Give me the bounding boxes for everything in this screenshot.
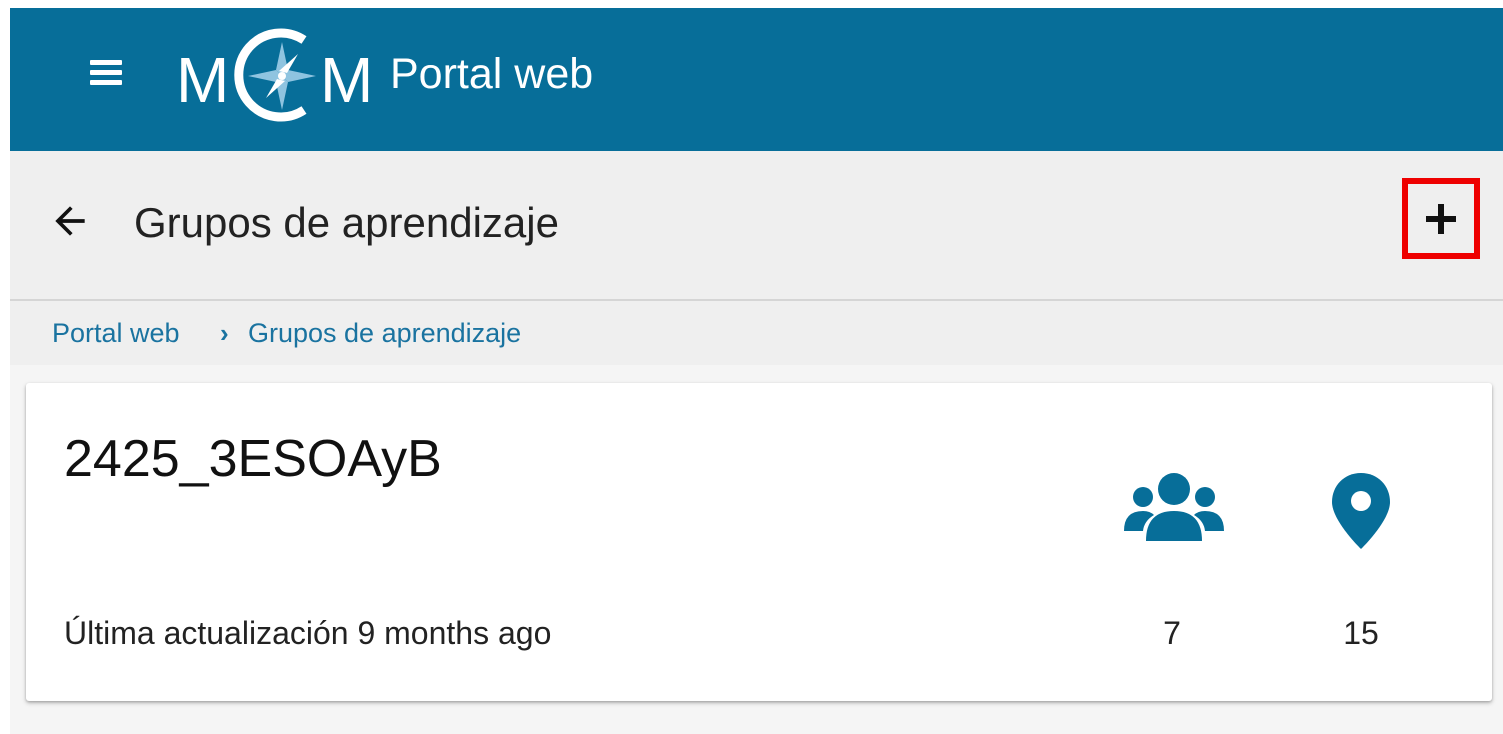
map-pin-icon xyxy=(1332,473,1390,549)
plus-icon xyxy=(1426,204,1456,234)
app-bar: M M Portal web xyxy=(10,8,1503,151)
group-last-updated: Última actualización 9 months ago xyxy=(64,615,552,651)
add-group-button[interactable] xyxy=(1402,178,1480,259)
hamburger-menu-icon[interactable] xyxy=(90,58,124,86)
svg-text:M: M xyxy=(176,44,229,116)
back-arrow-icon[interactable] xyxy=(48,199,98,249)
group-name: 2425_3ESOAyB xyxy=(64,430,442,488)
locations-count: 15 xyxy=(1343,615,1379,651)
mcm-logo: M M xyxy=(176,28,373,122)
page-title: Grupos de aprendizaje xyxy=(134,199,559,246)
app-window: M M Portal web Grupos de aprendizaje Por… xyxy=(10,8,1503,734)
breadcrumb-portal-web[interactable]: Portal web xyxy=(52,316,180,350)
breadcrumb: Portal web › Grupos de aprendizaje xyxy=(10,301,1503,365)
svg-text:M: M xyxy=(320,44,373,116)
group-card[interactable]: 2425_3ESOAyB Última actualización 9 mont… xyxy=(26,383,1492,701)
members-count: 7 xyxy=(1163,615,1181,651)
breadcrumb-grupos[interactable]: Grupos de aprendizaje xyxy=(248,316,521,350)
app-title: Portal web xyxy=(390,50,594,98)
content-area: 2425_3ESOAyB Última actualización 9 mont… xyxy=(10,365,1503,734)
people-group-icon xyxy=(1124,473,1224,541)
page-toolbar: Grupos de aprendizaje xyxy=(10,151,1503,301)
breadcrumb-separator: › xyxy=(220,318,229,348)
